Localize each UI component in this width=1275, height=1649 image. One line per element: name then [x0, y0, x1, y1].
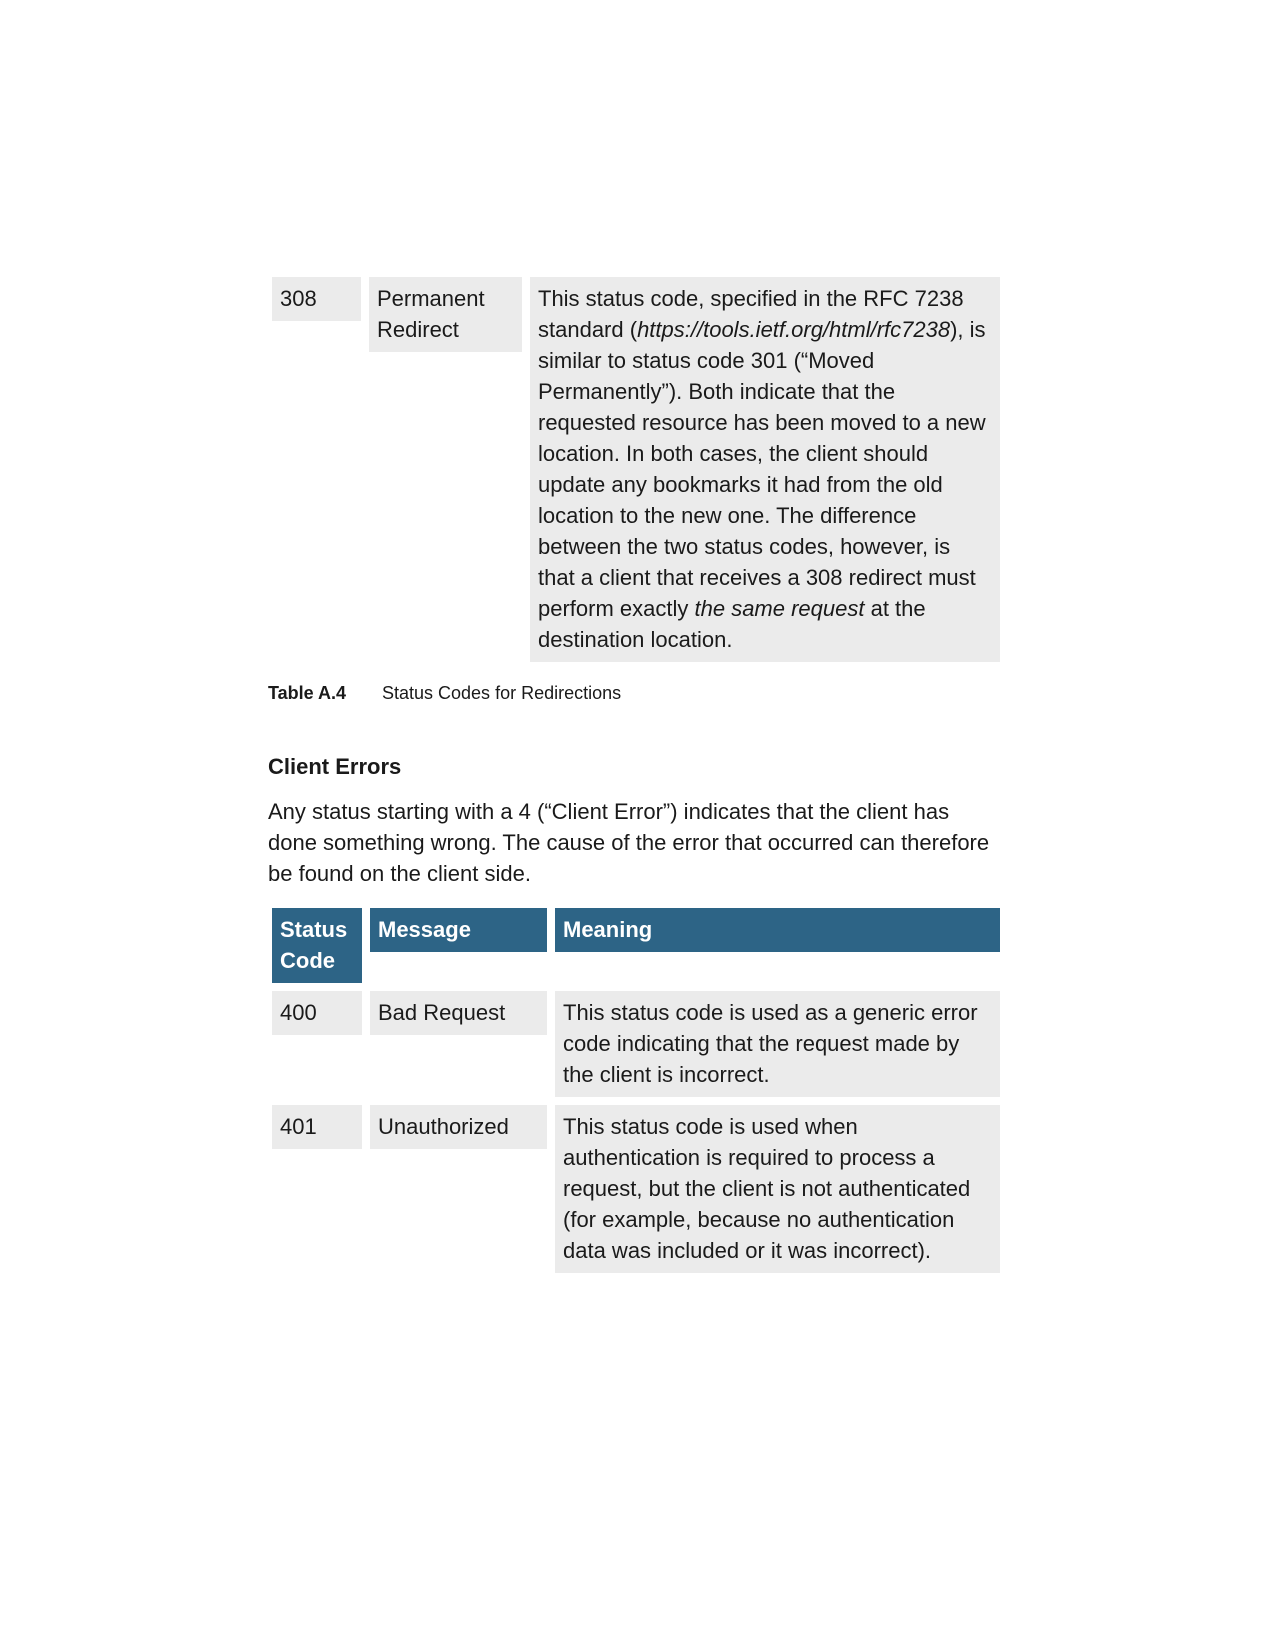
- message-line: Redirect: [377, 317, 459, 342]
- message-cell: Unauthorized: [370, 1105, 547, 1149]
- document-page: 308 Permanent Redirect This status code,…: [268, 277, 1004, 1273]
- client-error-table: Status Code Message Meaning 400 Bad Requ…: [272, 908, 1004, 1273]
- meaning-cell: This status code, specified in the RFC 7…: [530, 277, 1000, 662]
- table-caption: Table A.4 Status Codes for Redirections: [268, 682, 1004, 704]
- table-row: 401 Unauthorized This status code is use…: [272, 1105, 1004, 1273]
- rfc-link[interactable]: https://tools.ietf.org/html/rfc7238: [637, 317, 950, 342]
- table-row: 308 Permanent Redirect This status code,…: [272, 277, 1004, 662]
- message-line: Permanent: [377, 286, 485, 311]
- message-cell: Permanent Redirect: [369, 277, 522, 352]
- section-paragraph: Any status starting with a 4 (“Client Er…: [268, 799, 990, 886]
- header-message: Message: [370, 908, 547, 952]
- status-code: 308: [280, 286, 317, 311]
- meaning-cell: This status code is used as a generic er…: [555, 991, 1000, 1097]
- meaning-emphasis: the same request: [694, 596, 865, 621]
- table-header-row: Status Code Message Meaning: [272, 908, 1004, 983]
- meaning-text: ), is similar to status code 301 (“Moved…: [538, 317, 986, 621]
- caption-text: Status Codes for Redirections: [382, 683, 622, 703]
- meaning-cell: This status code is used when authentica…: [555, 1105, 1000, 1273]
- header-meaning: Meaning: [555, 908, 1000, 952]
- section-heading: Client Errors: [268, 754, 402, 779]
- message-cell: Bad Request: [370, 991, 547, 1035]
- status-code-cell: 401: [272, 1105, 362, 1149]
- status-code-cell: 308: [272, 277, 361, 321]
- caption-number: Table A.4: [268, 683, 347, 703]
- table-row: 400 Bad Request This status code is used…: [272, 991, 1004, 1097]
- status-code-cell: 400: [272, 991, 362, 1035]
- header-status-code: Status Code: [272, 908, 362, 983]
- redirect-status-table: 308 Permanent Redirect This status code,…: [272, 277, 1004, 662]
